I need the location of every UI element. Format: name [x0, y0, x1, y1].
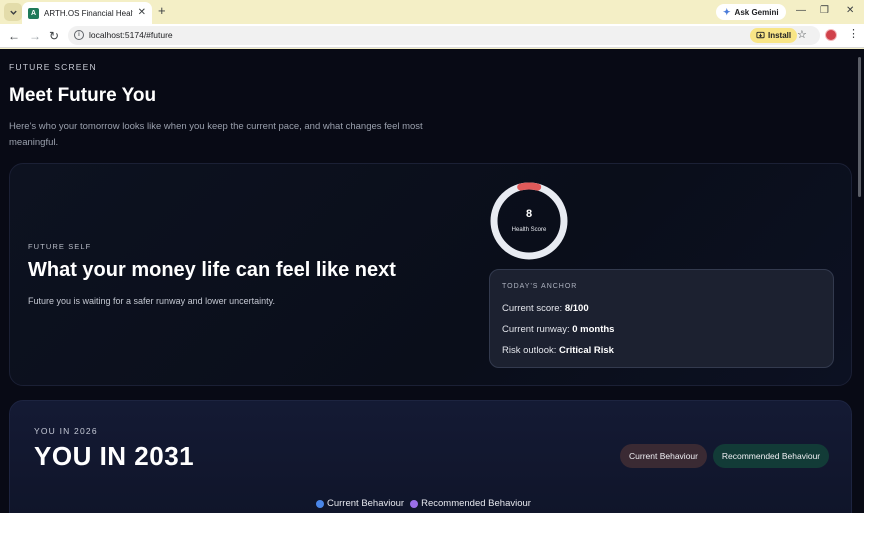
tab-title: ARTH.OS Financial Health Score [44, 8, 133, 18]
url-text[interactable]: localhost:5174/#future [89, 30, 173, 40]
legend-label-recommended: Recommended Behaviour [421, 498, 531, 509]
chart-legend: Current Behaviour Recommended Behaviour [316, 498, 531, 509]
reload-button[interactable]: ↻ [49, 28, 59, 44]
ask-gemini-button[interactable]: ✦ Ask Gemini [716, 4, 786, 20]
app-favicon-icon: A [28, 7, 39, 19]
legend-label-current: Current Behaviour [327, 498, 405, 509]
ask-gemini-label: Ask Gemini [734, 7, 779, 17]
health-score-value: 8 [525, 208, 533, 220]
tab-active[interactable]: A ARTH.OS Financial Health Score ✕ [22, 2, 152, 24]
todays-anchor-panel: TODAY'S ANCHOR Current score: 8/100 Curr… [489, 269, 834, 368]
new-tab-button[interactable]: + [158, 4, 166, 17]
page-viewport: FUTURE SCREEN Meet Future You Here's who… [0, 49, 864, 513]
anchor-score-row: Current score: 8/100 [502, 303, 589, 314]
future-self-card: FUTURE SELF What your money life can fee… [9, 163, 852, 386]
you-in-future-card: YOU IN 2026 YOU IN 2031 Current Behaviou… [9, 400, 852, 513]
you-in-eyebrow: YOU IN 2026 [34, 426, 98, 436]
browser-menu-icon[interactable]: ⋮ [848, 28, 859, 40]
install-label: Install [768, 31, 792, 40]
profile-avatar[interactable] [825, 29, 837, 41]
health-score-gauge [490, 182, 568, 260]
anchor-risk-value: Critical Risk [559, 345, 614, 356]
legend-item-current[interactable]: Current Behaviour [316, 498, 404, 509]
page-eyebrow: FUTURE SCREEN [9, 62, 97, 72]
anchor-runway-value: 0 months [572, 324, 615, 335]
anchor-runway-label: Current runway: [502, 324, 573, 335]
you-in-title: YOU IN 2031 [34, 441, 195, 471]
scrollbar-thumb[interactable] [858, 57, 861, 197]
anchor-risk-label: Risk outlook: [502, 345, 560, 356]
page-subtitle: Here's who your tomorrow looks like when… [9, 121, 423, 148]
forward-button[interactable]: → [29, 28, 41, 44]
future-self-title: What your money life can feel like next [28, 259, 396, 281]
legend-dot-current [316, 499, 324, 508]
anchor-score-label: Current score: [502, 303, 565, 314]
address-bar[interactable]: i localhost:5174/#future Install ☆ [68, 26, 820, 45]
tab-close-icon[interactable]: ✕ [138, 8, 146, 18]
current-behaviour-button[interactable]: Current Behaviour [620, 444, 707, 468]
tab-strip: A ARTH.OS Financial Health Score ✕ + ✦ A… [0, 0, 864, 24]
tab-search-button[interactable] [4, 3, 22, 21]
anchor-score-value: 8/100 [564, 303, 589, 314]
minimize-button[interactable]: — [796, 4, 806, 18]
sparkle-icon: ✦ [723, 6, 731, 17]
install-app-button[interactable]: Install [750, 28, 798, 43]
page-title: Meet Future You [9, 85, 157, 106]
browser-toolbar: ← → ↻ i localhost:5174/#future Install ☆ [0, 24, 864, 48]
future-self-subtitle: Future you is waiting for a safer runway… [28, 296, 275, 306]
install-icon [756, 31, 765, 39]
anchor-runway-row: Current runway: 0 months [502, 324, 614, 335]
legend-dot-recommended [410, 499, 419, 508]
site-info-icon[interactable]: i [74, 30, 84, 40]
recommended-behaviour-button[interactable]: Recommended Behaviour [713, 444, 829, 468]
chevron-down-icon [9, 10, 17, 15]
back-button[interactable]: ← [8, 28, 20, 44]
gauge-track [490, 182, 568, 260]
future-self-eyebrow: FUTURE SELF [28, 242, 92, 251]
bookmark-star-icon[interactable]: ☆ [797, 28, 807, 41]
health-score-label: Health Score [511, 227, 547, 233]
anchor-eyebrow: TODAY'S ANCHOR [502, 283, 578, 290]
anchor-risk-row: Risk outlook: Critical Risk [502, 345, 614, 356]
close-window-button[interactable]: ✕ [846, 4, 854, 18]
restore-button[interactable]: ❐ [820, 4, 829, 18]
browser-window: A ARTH.OS Financial Health Score ✕ + ✦ A… [0, 0, 864, 513]
legend-item-recommended[interactable]: Recommended Behaviour [410, 498, 531, 509]
